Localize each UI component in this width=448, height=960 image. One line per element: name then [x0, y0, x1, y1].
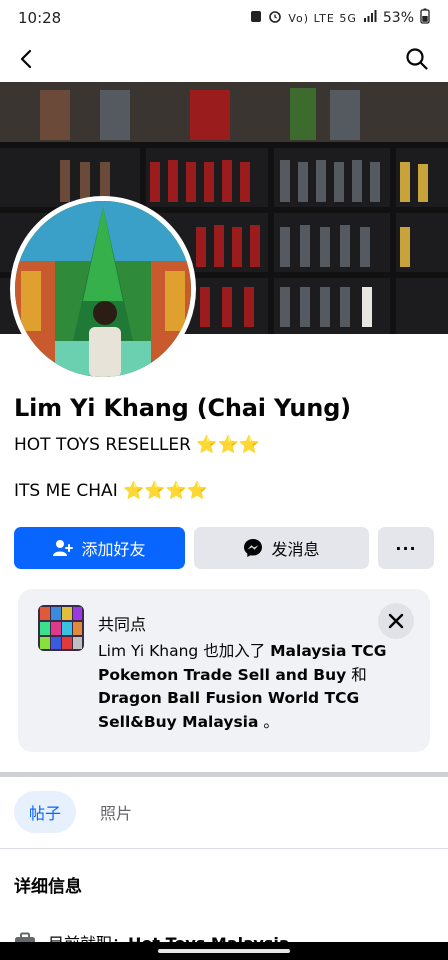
back-button[interactable] — [10, 42, 44, 76]
add-person-icon — [53, 540, 74, 556]
status-time: 10:28 — [18, 9, 62, 27]
avatar-image — [15, 201, 191, 377]
add-friend-label: 添加好友 — [81, 540, 146, 559]
mutual-groups-card: 共同点 Lim Yi Khang 也加入了 Malaysia TCG Pokem… — [18, 589, 430, 752]
search-button[interactable] — [400, 42, 434, 76]
group-thumbnail-image — [38, 605, 84, 651]
network-indicators: Vo) LTE 5G — [288, 11, 357, 25]
mutual-text-connector: 和 — [346, 665, 367, 684]
add-friend-button[interactable]: 添加好友 — [14, 527, 185, 569]
battery-icon — [420, 8, 430, 28]
notification-icon — [250, 9, 262, 27]
more-options-button[interactable]: ··· — [378, 527, 434, 569]
home-indicator[interactable] — [158, 949, 290, 953]
profile-name: Lim Yi Khang (Chai Yung) — [14, 394, 351, 422]
mutual-card-text: Lim Yi Khang 也加入了 Malaysia TCG Pokemon T… — [98, 640, 388, 734]
system-navigation-bar — [0, 942, 448, 960]
status-indicators: Vo) LTE 5G 53% — [250, 8, 430, 28]
alarm-icon — [268, 9, 282, 27]
dismiss-card-button[interactable] — [378, 603, 414, 639]
section-divider — [0, 772, 448, 777]
signal-icon — [363, 10, 377, 26]
close-icon — [388, 613, 404, 629]
mutual-text-suffix: 。 — [258, 712, 279, 731]
profile-bio-line-1: HOT TOYS RESELLER ⭐⭐⭐ — [14, 435, 260, 455]
more-icon: ··· — [395, 538, 417, 558]
tab-photos[interactable]: 照片 — [90, 791, 142, 833]
messenger-icon — [244, 539, 263, 557]
message-button[interactable]: 发消息 — [194, 527, 369, 569]
status-bar: 10:28 Vo) LTE 5G 53% — [0, 0, 448, 36]
tabs-divider — [0, 848, 448, 849]
tab-posts[interactable]: 帖子 — [14, 791, 76, 833]
search-icon — [406, 48, 428, 70]
mutual-card-title: 共同点 — [98, 615, 147, 634]
details-heading: 详细信息 — [14, 877, 82, 897]
battery-percentage: 53% — [382, 10, 414, 26]
group-thumbnail[interactable] — [38, 605, 84, 651]
group-link-2[interactable]: Dragon Ball Fusion World TCG Sell&Buy Ma… — [98, 689, 359, 731]
message-label: 发消息 — [271, 540, 320, 559]
profile-avatar[interactable] — [10, 196, 196, 382]
back-arrow-icon — [20, 49, 32, 69]
mutual-text-prefix: Lim Yi Khang 也加入了 — [98, 642, 271, 660]
profile-bio-line-2: ITS ME CHAI ⭐⭐⭐⭐ — [14, 481, 208, 501]
top-nav-bar — [0, 36, 448, 82]
